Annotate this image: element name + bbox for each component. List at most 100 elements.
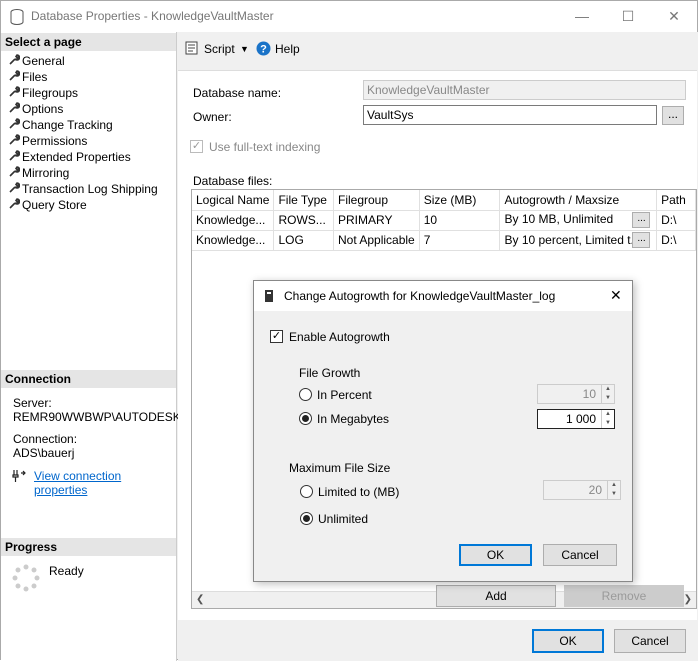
unlimited-radio[interactable] bbox=[300, 512, 313, 525]
autogrowth-browse-button[interactable]: ... bbox=[632, 232, 651, 248]
page-item-files[interactable]: Files bbox=[9, 70, 47, 86]
megabytes-value: 1 000 bbox=[565, 412, 596, 426]
limited-radio[interactable] bbox=[300, 485, 313, 498]
col-autogrowth[interactable]: Autogrowth / Maxsize bbox=[499, 190, 658, 211]
cell-file-type[interactable]: LOG bbox=[273, 230, 334, 251]
table-row[interactable]: Knowledge... ROWS... PRIMARY 10 By 10 MB… bbox=[192, 210, 696, 231]
cell-autogrowth[interactable]: By 10 percent, Limited t...... bbox=[499, 230, 658, 251]
page-item-extended-properties[interactable]: Extended Properties bbox=[9, 150, 131, 166]
unlimited-label: Unlimited bbox=[318, 512, 369, 526]
col-file-type[interactable]: File Type bbox=[273, 190, 334, 211]
col-size[interactable]: Size (MB) bbox=[419, 190, 501, 211]
page-item-general[interactable]: General bbox=[9, 54, 65, 70]
in-megabytes-radio[interactable] bbox=[299, 412, 312, 425]
limited-value: 20 bbox=[588, 483, 602, 497]
page-item-label: Filegroups bbox=[22, 86, 79, 100]
database-icon bbox=[10, 9, 24, 25]
page-item-permissions[interactable]: Permissions bbox=[9, 134, 87, 150]
title-bar: Database Properties - KnowledgeVaultMast… bbox=[1, 1, 697, 32]
autogrowth-browse-button[interactable]: ... bbox=[632, 212, 651, 228]
window-title: Database Properties - KnowledgeVaultMast… bbox=[31, 9, 274, 23]
script-dropdown-icon[interactable]: ▼ bbox=[240, 44, 249, 54]
database-file-icon bbox=[265, 290, 273, 302]
owner-label: Owner: bbox=[193, 110, 232, 124]
page-item-label: Change Tracking bbox=[22, 118, 113, 132]
page-item-transaction-log-shipping[interactable]: Transaction Log Shipping bbox=[9, 182, 158, 198]
page-item-label: Query Store bbox=[22, 198, 87, 212]
remove-button[interactable]: Remove bbox=[564, 585, 684, 607]
file-growth-label: File Growth bbox=[299, 366, 361, 380]
page-item-filegroups[interactable]: Filegroups bbox=[9, 86, 78, 102]
cell-path[interactable]: D:\ bbox=[656, 230, 696, 251]
cell-file-type[interactable]: ROWS... bbox=[273, 210, 334, 231]
view-connection-properties-link[interactable]: View connection properties bbox=[34, 469, 176, 497]
enable-autogrowth-label: Enable Autogrowth bbox=[289, 330, 390, 344]
connection-label: Connection: bbox=[13, 432, 78, 446]
percent-stepper-arrows-icon[interactable]: ▲ ▼ bbox=[601, 385, 614, 403]
limited-stepper-arrows-icon[interactable]: ▲ ▼ bbox=[607, 481, 620, 499]
limited-label: Limited to (MB) bbox=[318, 485, 400, 499]
page-item-change-tracking[interactable]: Change Tracking bbox=[9, 118, 113, 134]
minimize-button[interactable]: — bbox=[559, 1, 605, 32]
progress-status: Ready bbox=[49, 564, 84, 578]
cell-logical-name[interactable]: Knowledge... bbox=[192, 230, 275, 251]
cell-autogrowth[interactable]: By 10 MB, Unlimited... bbox=[499, 210, 658, 231]
select-page-header: Select a page bbox=[1, 33, 176, 51]
close-button[interactable]: ✕ bbox=[651, 1, 697, 32]
scroll-left-icon[interactable]: ❮ bbox=[196, 594, 204, 605]
cell-filegroup[interactable]: PRIMARY bbox=[333, 210, 420, 231]
page-item-label: General bbox=[22, 54, 65, 68]
table-row[interactable]: Knowledge... LOG Not Applicable 7 By 10 … bbox=[192, 230, 696, 251]
cancel-button[interactable]: Cancel bbox=[614, 629, 686, 653]
dialog-title-bar: Change Autogrowth for KnowledgeVaultMast… bbox=[254, 281, 632, 311]
database-files-label: Database files: bbox=[193, 174, 273, 188]
cell-filegroup[interactable]: Not Applicable bbox=[333, 230, 420, 251]
page-item-label: Extended Properties bbox=[22, 150, 131, 164]
fulltext-checkbox[interactable]: ✓ bbox=[190, 140, 203, 153]
page-item-query-store[interactable]: Query Store bbox=[9, 198, 87, 214]
wrench-icon bbox=[9, 70, 22, 84]
limited-stepper[interactable]: 20 ▲ ▼ bbox=[543, 480, 621, 500]
percent-value: 10 bbox=[582, 387, 596, 401]
page-item-label: Permissions bbox=[22, 134, 88, 148]
page-item-label: Files bbox=[22, 70, 48, 84]
script-button[interactable]: Script bbox=[204, 42, 235, 56]
page-item-label: Transaction Log Shipping bbox=[22, 182, 158, 196]
maximize-button[interactable]: ☐ bbox=[605, 1, 651, 32]
add-button[interactable]: Add bbox=[436, 585, 556, 607]
dialog-close-icon[interactable]: ✕ bbox=[610, 287, 622, 304]
megabytes-stepper-arrows-icon[interactable]: ▲ ▼ bbox=[601, 410, 614, 428]
megabytes-stepper[interactable]: 1 000 ▲ ▼ bbox=[537, 409, 615, 429]
scroll-right-icon[interactable]: ❯ bbox=[684, 594, 692, 605]
wrench-icon bbox=[9, 198, 22, 212]
page-item-options[interactable]: Options bbox=[9, 102, 63, 118]
col-path[interactable]: Path bbox=[656, 190, 696, 211]
enable-autogrowth-checkbox[interactable]: ✓ bbox=[270, 330, 283, 343]
page-item-label: Options bbox=[22, 102, 64, 116]
dialog-ok-button[interactable]: OK bbox=[459, 544, 532, 566]
in-percent-radio[interactable] bbox=[299, 388, 312, 401]
dialog-title: Change Autogrowth for KnowledgeVaultMast… bbox=[284, 289, 556, 303]
server-value: REMR90WWBWP\AUTODESKV bbox=[13, 410, 189, 424]
cell-logical-name[interactable]: Knowledge... bbox=[192, 210, 275, 231]
help-button[interactable]: Help bbox=[275, 42, 300, 56]
owner-browse-button[interactable]: ... bbox=[662, 106, 684, 125]
connection-header: Connection bbox=[1, 370, 176, 388]
cell-size[interactable]: 7 bbox=[419, 230, 501, 251]
ok-button[interactable]: OK bbox=[532, 629, 604, 653]
owner-field[interactable]: VaultSys bbox=[363, 105, 657, 125]
cell-size[interactable]: 10 bbox=[419, 210, 501, 231]
help-icon[interactable]: ? bbox=[256, 41, 271, 56]
page-item-mirroring[interactable]: Mirroring bbox=[9, 166, 69, 182]
maximum-file-size-label: Maximum File Size bbox=[289, 461, 391, 475]
col-logical-name[interactable]: Logical Name bbox=[192, 190, 275, 211]
fulltext-label: Use full-text indexing bbox=[209, 140, 321, 154]
wrench-icon bbox=[9, 166, 22, 180]
percent-stepper[interactable]: 10 ▲ ▼ bbox=[537, 384, 615, 404]
grid-header-row: Logical Name File Type Filegroup Size (M… bbox=[192, 190, 696, 211]
autogrowth-text: By 10 MB, Unlimited bbox=[504, 212, 614, 227]
dialog-cancel-button[interactable]: Cancel bbox=[543, 544, 617, 566]
cell-path[interactable]: D:\ bbox=[656, 210, 696, 231]
col-filegroup[interactable]: Filegroup bbox=[333, 190, 420, 211]
wrench-icon bbox=[9, 86, 22, 100]
